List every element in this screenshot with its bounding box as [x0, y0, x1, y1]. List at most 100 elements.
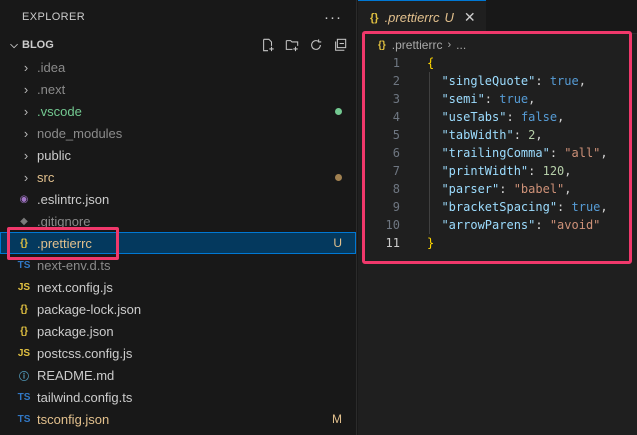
javascript-icon: JS [17, 281, 31, 293]
token-pun: : [557, 200, 572, 214]
tree-file-tailwind-config-ts[interactable]: TS tailwind.config.ts [0, 386, 356, 408]
line-number: 11 [385, 236, 400, 250]
tree-file-tsconfig-json[interactable]: TS tsconfig.json M [0, 408, 356, 430]
line-content: "semi": true, [427, 92, 535, 106]
tree-file-gitignore[interactable]: ◆ .gitignore [0, 210, 356, 232]
json-braces-icon: {} [370, 11, 379, 24]
line-number: 10 [385, 218, 400, 232]
token-pun: : [528, 164, 543, 178]
close-icon[interactable]: ✕ [464, 9, 476, 26]
line-content: "singleQuote": true, [427, 74, 586, 88]
chevron-right-icon: › [23, 169, 29, 185]
tree-item-label: postcss.config.js [37, 345, 133, 361]
token-key: "bracketSpacing" [427, 200, 558, 214]
tree-folder-next[interactable]: › .next [0, 78, 356, 100]
chevron-right-icon: › [23, 103, 29, 119]
typescript-icon: TS [17, 413, 31, 425]
line-content: "trailingComma": "all", [427, 146, 607, 160]
new-file-icon[interactable] [260, 37, 276, 53]
tree-file-readme-md[interactable]: ⓘ README.md [0, 364, 356, 386]
token-key: "parser" [427, 182, 500, 196]
json-braces-icon: {} [20, 237, 28, 249]
code-line: 7 "printWidth": 120, [358, 162, 637, 180]
line-number: 9 [392, 200, 400, 214]
tree-folder-vscode[interactable]: › .vscode [0, 100, 356, 122]
line-content: "tabWidth": 2, [427, 128, 542, 142]
tree-file-postcss-config-js[interactable]: JS postcss.config.js [0, 342, 356, 364]
token-key: "semi" [427, 92, 485, 106]
new-folder-icon[interactable] [284, 37, 300, 53]
breadcrumb-file[interactable]: .prettierrc [392, 38, 443, 52]
indent-guide [429, 180, 430, 198]
tab-status: U [444, 10, 454, 25]
line-content: { [427, 56, 434, 70]
code-editor[interactable]: 1{2 "singleQuote": true, 3 "semi": true, 4… [358, 54, 637, 252]
tree-item-label: .vscode [37, 103, 82, 119]
line-content: "bracketSpacing": true, [427, 200, 607, 214]
folder-header-blog[interactable]: ⌵ BLOG [0, 34, 356, 56]
indent-guide [429, 144, 430, 162]
tree-item-label: src [37, 169, 55, 185]
tree-item-label: .idea [37, 59, 66, 75]
tree-file-next-config-js[interactable]: JS next.config.js [0, 276, 356, 298]
tree-folder-public[interactable]: › public [0, 144, 356, 166]
token-pun: : [549, 146, 565, 160]
tree-item-label: node_modules [37, 125, 123, 141]
tree-item-label: .eslintrc.json [37, 191, 110, 207]
token-bool: true [549, 74, 579, 88]
token-br: { [427, 56, 435, 70]
token-pun: , [557, 110, 565, 124]
explorer-sidebar: EXPLORER ··· ⌵ BLOG › .idea › .next › .vscode… [0, 0, 357, 435]
explorer-toolbar [260, 37, 348, 53]
tab-prettierrc[interactable]: {} .prettierrc U ✕ [358, 0, 486, 34]
line-number: 6 [392, 146, 400, 160]
line-content: "printWidth": 120, [427, 164, 571, 178]
chevron-right-icon: › [23, 59, 29, 75]
tab-bar: {} .prettierrc U ✕ [358, 0, 637, 34]
tree-folder-idea[interactable]: › .idea [0, 56, 356, 78]
tree-file-package-lock-json[interactable]: {} package-lock.json [0, 298, 356, 320]
javascript-icon: JS [17, 347, 31, 359]
token-num: 120 [542, 164, 565, 178]
indent-guide [429, 108, 430, 126]
token-key: "useTabs" [427, 110, 507, 124]
git-status-badge: M [332, 412, 342, 426]
line-number: 8 [392, 182, 400, 196]
token-key: "arrowParens" [427, 218, 536, 232]
indent-guide [429, 216, 430, 234]
collapse-all-icon[interactable] [332, 37, 348, 53]
code-line: 10 "arrowParens": "avoid" [358, 216, 637, 234]
token-str: "avoid" [549, 218, 601, 232]
chevron-down-icon: ⌵ [10, 39, 18, 51]
tree-file-next-env-d-ts[interactable]: TS next-env.d.ts [0, 254, 356, 276]
token-pun: : [484, 92, 500, 106]
folder-name: BLOG [22, 39, 54, 51]
ellipsis-icon[interactable]: ··· [324, 9, 342, 26]
tree-item-label: tailwind.config.ts [37, 389, 133, 405]
tree-folder-src[interactable]: › src [0, 166, 356, 188]
chevron-right-icon: › [23, 125, 29, 141]
tree-item-label: public [37, 147, 71, 163]
code-line: 11} [358, 234, 637, 252]
token-pun: : [535, 74, 550, 88]
breadcrumb-rest[interactable]: ... [456, 38, 466, 52]
token-pun: : [499, 182, 514, 196]
token-key: "singleQuote" [427, 74, 536, 88]
token-pun: : [535, 218, 550, 232]
line-number: 5 [392, 128, 400, 142]
modified-dot [335, 173, 342, 181]
tree-folder-node-modules[interactable]: › node_modules [0, 122, 356, 144]
tree-file-package-json[interactable]: {} package.json [0, 320, 356, 342]
tree-file-prettierrc[interactable]: {} .prettierrc U [0, 232, 356, 254]
tree-item-label: package.json [37, 323, 114, 339]
tree-file-eslintrc-json[interactable]: ◉ .eslintrc.json [0, 188, 356, 210]
token-bool: true [571, 200, 601, 214]
tree-item-label: .gitignore [37, 213, 91, 229]
json-braces-icon: {} [20, 325, 28, 337]
code-line: 3 "semi": true, [358, 90, 637, 108]
code-line: 6 "trailingComma": "all", [358, 144, 637, 162]
indent-guide [429, 126, 430, 144]
line-number: 2 [392, 74, 400, 88]
refresh-icon[interactable] [308, 37, 324, 53]
code-line: 4 "useTabs": false, [358, 108, 637, 126]
